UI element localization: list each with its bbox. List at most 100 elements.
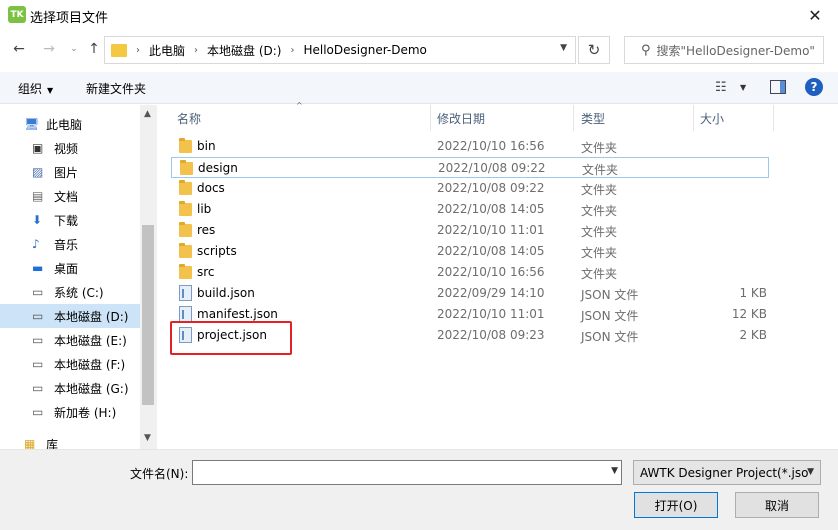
sidebar-item[interactable]: ▭ 本地磁盘 (F:) [0, 352, 140, 376]
column-divider[interactable] [573, 105, 574, 131]
file-row[interactable]: lib 2022/10/08 14:05 文件夹 [171, 199, 769, 220]
file-list: ^ 名称 修改日期 类型 大小 bin 2022/10/10 16:56 文件夹 de… [163, 101, 838, 449]
sidebar-item-label: 图片 [54, 165, 79, 180]
back-button[interactable]: ← [10, 40, 28, 58]
address-bar[interactable]: › 此电脑 › 本地磁盘 (D:) › HelloDesigner-Demo ▼ [104, 36, 576, 64]
sidebar-item[interactable]: ▭ 本地磁盘 (D:) [0, 304, 140, 328]
column-header-type[interactable]: 类型 [581, 105, 605, 131]
open-button[interactable]: 打开(O) [634, 492, 718, 518]
column-divider[interactable] [430, 105, 431, 131]
sidebar-item[interactable]: ▭ 本地磁盘 (G:) [0, 376, 140, 400]
folder-icon [179, 180, 192, 195]
file-row[interactable]: docs 2022/10/08 09:22 文件夹 [171, 178, 769, 199]
breadcrumb-separator[interactable]: › [194, 45, 198, 56]
file-name: design [198, 161, 238, 175]
navigation-scrollbar[interactable]: ▲ ▼ [140, 105, 157, 449]
sidebar-item-label: 库 [46, 437, 59, 450]
chevron-down-icon: ▼ [807, 467, 814, 477]
sidebar-item[interactable]: ▬ 桌面 [0, 256, 140, 280]
file-type: 文件夹 [581, 204, 618, 218]
file-date: 2022/10/10 16:56 [437, 265, 545, 279]
column-header-date[interactable]: 修改日期 [437, 105, 485, 131]
file-row[interactable]: build.json 2022/09/29 14:10 JSON 文件 1 KB [171, 283, 769, 304]
sidebar-item[interactable]: ▣ 视频 [0, 136, 140, 160]
scrollbar-thumb[interactable] [142, 225, 154, 405]
column-header-name[interactable]: 名称 [177, 105, 201, 131]
sidebar-item[interactable]: ▭ 本地磁盘 (E:) [0, 328, 140, 352]
file-type: 文件夹 [581, 141, 618, 155]
filename-input[interactable] [192, 460, 622, 485]
title-bar: TK 选择项目文件 ✕ [0, 0, 838, 30]
file-type: 文件夹 [581, 246, 618, 260]
drive-icon: ▭ [32, 285, 44, 299]
sidebar-item[interactable]: ▭ 新加卷 (H:) [0, 400, 140, 424]
desktop-icon: ▬ [32, 261, 44, 275]
file-date: 2022/10/08 14:05 [437, 244, 545, 258]
folder-icon [179, 138, 192, 153]
sidebar-item[interactable]: ▦ 库 [0, 432, 140, 449]
file-date: 2022/10/08 09:22 [437, 181, 545, 195]
up-button[interactable]: ↑ [85, 40, 103, 58]
recent-locations-button[interactable]: ⌄ [65, 40, 83, 58]
sidebar-item-label: 此电脑 [46, 117, 83, 132]
sidebar-item[interactable]: ▭ 系统 (C:) [0, 280, 140, 304]
file-row[interactable]: scripts 2022/10/08 14:05 文件夹 [171, 241, 769, 262]
sidebar-item-label: 桌面 [54, 261, 79, 276]
column-divider[interactable] [693, 105, 694, 131]
highlight-annotation [170, 321, 292, 355]
filetype-select[interactable]: AWTK Designer Project(*.jso ▼ [633, 460, 821, 485]
organize-button[interactable]: 组织 ▼ [18, 80, 53, 97]
breadcrumb-this-pc[interactable]: 此电脑 [149, 42, 185, 59]
filename-label: 文件名(N): [130, 467, 189, 481]
organize-label: 组织 [18, 82, 43, 96]
preview-pane-icon[interactable] [770, 80, 786, 94]
search-box[interactable]: ⚲ 搜索"HelloDesigner-Demo" [624, 36, 824, 64]
file-name: res [197, 223, 216, 237]
file-type: JSON 文件 [581, 330, 639, 344]
file-name: build.json [197, 286, 255, 300]
file-name: bin [197, 139, 216, 153]
sidebar-item[interactable]: ♪ 音乐 [0, 232, 140, 256]
scroll-down-icon[interactable]: ▼ [144, 433, 151, 443]
chevron-down-icon[interactable]: ▼ [560, 43, 567, 53]
sidebar-item[interactable]: ⬇ 下载 [0, 208, 140, 232]
refresh-button[interactable]: ↻ [578, 36, 610, 64]
breadcrumb-separator[interactable]: › [290, 45, 294, 56]
file-date: 2022/10/10 16:56 [437, 139, 545, 153]
file-name: manifest.json [197, 307, 278, 321]
sidebar-item[interactable]: ▤ 文档 [0, 184, 140, 208]
file-name: lib [197, 202, 212, 216]
file-row[interactable]: design 2022/10/08 09:22 文件夹 [171, 157, 769, 178]
sidebar-item[interactable]: 🖥 此电脑 [0, 112, 140, 136]
breadcrumb-current-folder[interactable]: HelloDesigner-Demo [303, 43, 426, 57]
dialog-footer: 文件名(N): ▼ AWTK Designer Project(*.jso ▼ … [0, 449, 838, 530]
command-toolbar: 组织 ▼ 新建文件夹 ☷ ▼ ? [0, 72, 838, 104]
file-row[interactable]: bin 2022/10/10 16:56 文件夹 [171, 136, 769, 157]
breadcrumb-separator[interactable]: › [136, 45, 140, 56]
column-header-size[interactable]: 大小 [700, 105, 724, 131]
chevron-down-icon[interactable]: ▼ [740, 83, 746, 92]
sidebar-item[interactable]: ▨ 图片 [0, 160, 140, 184]
new-folder-button[interactable]: 新建文件夹 [86, 80, 146, 97]
sidebar-item-label: 本地磁盘 (E:) [54, 333, 127, 348]
sidebar-item-label: 文档 [54, 189, 79, 204]
computer-icon: 🖥 [24, 117, 40, 131]
help-icon[interactable]: ? [805, 78, 823, 96]
folder-icon [180, 160, 193, 175]
navigation-pane: 🖥 此电脑 ▣ 视频 ▨ 图片 ▤ 文档 ⬇ 下载 ♪ 音乐 ▬ 桌面 ▭ 系统 (C:) ▭ 本地磁盘 (D:)… [0, 105, 157, 449]
scroll-up-icon[interactable]: ▲ [144, 109, 151, 119]
file-size: 12 KB [731, 307, 767, 321]
file-row[interactable]: src 2022/10/10 16:56 文件夹 [171, 262, 769, 283]
folder-icon [179, 201, 192, 216]
drive-icon: ▭ [32, 333, 44, 347]
column-divider[interactable] [773, 105, 774, 131]
cancel-button[interactable]: 取消 [735, 492, 819, 518]
forward-button[interactable]: → [40, 40, 58, 58]
file-size: 2 KB [739, 328, 767, 342]
drive-icon: ▭ [32, 357, 44, 371]
close-button[interactable]: ✕ [792, 0, 838, 30]
file-row[interactable]: res 2022/10/10 11:01 文件夹 [171, 220, 769, 241]
breadcrumb-drive-d[interactable]: 本地磁盘 (D:) [207, 42, 281, 59]
sidebar-item-label: 新加卷 (H:) [54, 405, 117, 420]
view-options-icon[interactable]: ☷ [715, 80, 727, 95]
